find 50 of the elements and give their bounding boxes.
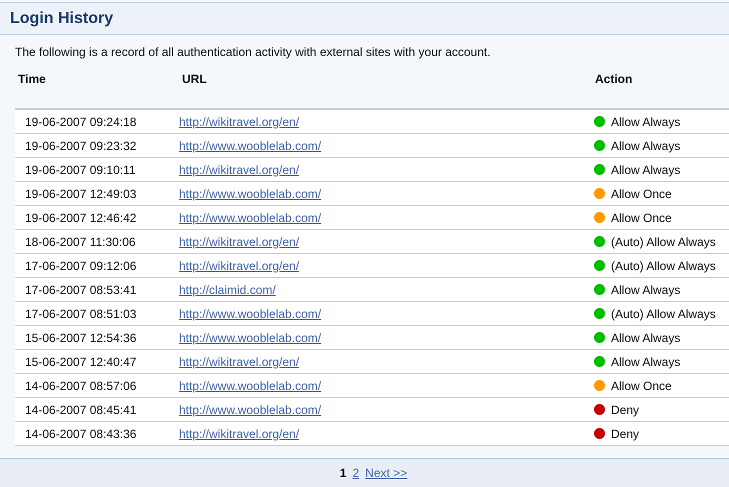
action-text: Allow Once	[611, 210, 672, 224]
url-link[interactable]: http://www.wooblelab.com/	[179, 210, 322, 224]
url-link[interactable]: http://wikitravel.org/en/	[179, 234, 300, 248]
url-link[interactable]: http://wikitravel.org/en/	[179, 114, 300, 128]
time-cell-text: 19-06-2007 12:49:03	[24, 186, 138, 200]
time-cell-text: 14-06-2007 08:45:41	[24, 402, 138, 416]
time-cell-text: 17-06-2007 08:51:03	[24, 306, 138, 320]
action-text: (Auto) Allow Always	[611, 306, 716, 320]
action-text: Deny	[611, 402, 640, 416]
url-link[interactable]: http://wikitravel.org/en/	[179, 162, 300, 176]
column-header: Action	[594, 72, 634, 86]
column-header: Time	[17, 72, 47, 86]
action-text: (Auto) Allow Always	[611, 258, 716, 272]
action-text: Allow Always	[611, 282, 680, 296]
time-cell-text: 14-06-2007 08:43:36	[24, 426, 138, 440]
time-cell-text: 19-06-2007 09:24:18	[24, 114, 138, 128]
page-link[interactable]: 2	[352, 466, 360, 480]
page-link[interactable]: 1	[340, 466, 346, 480]
time-cell-text: 19-06-2007 09:23:32	[24, 138, 138, 152]
time-cell-text: 18-06-2007 11:30:06	[24, 234, 137, 248]
time-cell-text: 19-06-2007 12:46:42	[24, 210, 138, 224]
url-link[interactable]: http://claimid.com/	[179, 282, 276, 296]
time-cell-text: 15-06-2007 12:40:47	[24, 354, 138, 368]
page-title: Login History	[10, 10, 114, 28]
url-link[interactable]: http://www.wooblelab.com/	[179, 402, 322, 416]
time-cell-text: 17-06-2007 08:53:41	[24, 282, 138, 296]
url-link[interactable]: http://wikitravel.org/en/	[179, 426, 300, 440]
action-text: Allow Always	[611, 114, 680, 128]
action-text: Deny	[611, 426, 640, 440]
url-link[interactable]: http://www.wooblelab.com/	[179, 378, 322, 392]
action-text: Allow Once	[611, 186, 672, 200]
next-link[interactable]: Next >>	[365, 466, 408, 480]
action-text: (Auto) Allow Always	[611, 234, 716, 248]
url-link[interactable]: http://www.wooblelab.com/	[179, 330, 322, 344]
url-link[interactable]: http://wikitravel.org/en/	[179, 354, 300, 368]
action-text: Allow Always	[611, 162, 680, 176]
url-link[interactable]: http://www.wooblelab.com/	[179, 138, 322, 152]
url-link[interactable]: http://www.wooblelab.com/	[179, 306, 322, 320]
action-text: Allow Always	[611, 138, 680, 152]
time-cell-text: 14-06-2007 08:57:06	[24, 378, 138, 392]
time-cell-text: 17-06-2007 09:12:06	[24, 258, 138, 272]
url-link[interactable]: http://wikitravel.org/en/	[179, 258, 300, 272]
time-cell-text: 15-06-2007 12:54:36	[24, 330, 138, 344]
action-text: Allow Always	[611, 354, 680, 368]
time-cell-text: 19-06-2007 09:10:11	[24, 162, 137, 176]
column-header: URL	[181, 72, 208, 86]
intro-text: The following is a record of all authentication activity with external sites with your account.	[15, 45, 492, 59]
action-text: Allow Once	[611, 378, 672, 392]
action-text: Allow Always	[611, 330, 680, 344]
url-link[interactable]: http://www.wooblelab.com/	[179, 186, 322, 200]
